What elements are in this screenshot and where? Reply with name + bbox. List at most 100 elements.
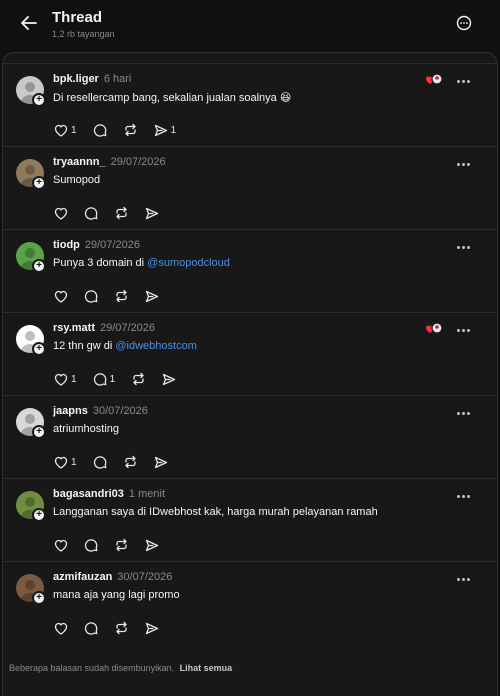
heart-icon	[54, 207, 68, 220]
post-more-icon[interactable]	[457, 78, 471, 84]
post-header: bagasandri03 1 menit	[53, 488, 165, 500]
like-button[interactable]: 1	[54, 122, 77, 138]
reply-button[interactable]	[93, 122, 107, 138]
reply-button[interactable]	[93, 454, 107, 470]
username[interactable]: bagasandri03	[53, 488, 124, 500]
reply-post[interactable]: + bpk.liger 6 hari Di resellercamp bang, se…	[3, 63, 497, 146]
post-more-icon[interactable]	[457, 493, 471, 499]
action-bar: 11	[54, 122, 192, 138]
reply-button[interactable]	[84, 620, 98, 636]
repost-button[interactable]	[114, 620, 129, 636]
share-icon	[145, 207, 159, 220]
see-all-link[interactable]: Lihat semua	[180, 663, 233, 673]
like-button[interactable]	[54, 288, 68, 304]
post-more-icon[interactable]	[457, 327, 471, 333]
repost-icon	[123, 123, 138, 137]
share-button[interactable]	[145, 620, 159, 636]
action-bar	[54, 537, 175, 553]
heart-icon	[54, 290, 68, 303]
share-button[interactable]	[145, 288, 159, 304]
follow-plus-icon[interactable]: +	[32, 176, 46, 190]
heart-icon	[54, 622, 68, 635]
repost-icon	[114, 538, 129, 552]
post-text-prefix: 12 thn gw di	[53, 340, 116, 352]
share-button[interactable]	[145, 205, 159, 221]
post-header: tiodp 29/07/2026	[53, 239, 140, 251]
mention-link[interactable]: @idwebhostcom	[115, 340, 196, 352]
like-button[interactable]: 1	[54, 454, 77, 470]
repost-button[interactable]	[114, 288, 129, 304]
share-button[interactable]	[145, 537, 159, 553]
hidden-replies-text: Beberapa balasan sudah disembunyikan.	[9, 663, 175, 673]
post-more-icon[interactable]	[457, 161, 471, 167]
reply-button[interactable]: 1	[93, 371, 116, 387]
post-more-icon[interactable]	[457, 576, 471, 582]
page-title: Thread	[52, 9, 103, 26]
repost-icon	[114, 206, 129, 220]
reply-post[interactable]: + tiodp 29/07/2026 Punya 3 domain di @sumop…	[3, 229, 497, 312]
post-more-icon[interactable]	[457, 410, 471, 416]
repost-icon	[123, 455, 138, 469]
reply-button[interactable]	[84, 205, 98, 221]
timestamp: 29/07/2026	[99, 322, 156, 334]
share-icon	[145, 622, 159, 635]
post-header: rsy.matt 29/07/2026	[53, 322, 155, 334]
view-count: 1,2 rb tayangan	[52, 29, 115, 39]
like-button[interactable]	[54, 537, 68, 553]
like-button[interactable]	[54, 620, 68, 636]
post-text: atriumhosting	[53, 423, 119, 435]
reply-post[interactable]: + rsy.matt 29/07/2026 12 thn gw di @idwebho…	[3, 312, 497, 395]
repost-icon	[131, 372, 146, 386]
like-button[interactable]: 1	[54, 371, 77, 387]
follow-plus-icon[interactable]: +	[32, 508, 46, 522]
reply-button[interactable]	[84, 288, 98, 304]
repost-button[interactable]	[131, 371, 146, 387]
username[interactable]: bpk.liger	[53, 73, 99, 85]
follow-plus-icon[interactable]: +	[32, 591, 46, 605]
reply-count: 1	[109, 373, 116, 385]
share-button[interactable]	[154, 454, 168, 470]
reply-post[interactable]: + tryaannn_ 29/07/2026 Sumopod	[3, 146, 497, 229]
back-arrow-icon[interactable]	[18, 12, 40, 34]
mention-link[interactable]: @sumopodcloud	[147, 257, 230, 269]
post-text-body: mana aja yang lagi promo	[53, 589, 180, 601]
repost-icon	[114, 289, 129, 303]
timestamp: 29/07/2026	[110, 156, 166, 168]
like-button[interactable]	[54, 205, 68, 221]
reply-post[interactable]: + bagasandri03 1 menit Langganan saya di ID…	[3, 478, 497, 561]
follow-plus-icon[interactable]: +	[32, 259, 46, 273]
reply-post[interactable]: + jaapns 30/07/2026 atriumhosting 1	[3, 395, 497, 478]
heart-icon	[54, 539, 68, 552]
post-more-icon[interactable]	[457, 244, 471, 250]
post-text: 12 thn gw di @idwebhostcom	[53, 340, 197, 352]
reply-icon	[84, 206, 98, 220]
share-button[interactable]: 1	[154, 122, 176, 138]
share-button[interactable]	[162, 371, 176, 387]
post-text: mana aja yang lagi promo	[53, 589, 180, 601]
action-bar: 11	[54, 371, 192, 387]
post-text: Sumopod	[53, 174, 100, 186]
post-header: tryaannn_ 29/07/2026	[53, 156, 166, 168]
action-bar	[54, 620, 175, 636]
username[interactable]: tiodp	[53, 239, 80, 251]
reply-button[interactable]	[84, 537, 98, 553]
repost-button[interactable]	[123, 454, 138, 470]
post-text-body: Di resellercamp bang, sekalian jualan so…	[53, 92, 292, 104]
post-text-body: Langganan saya di IDwebhost kak, harga m…	[53, 506, 378, 518]
username[interactable]: azmifauzan	[53, 571, 112, 583]
follow-plus-icon[interactable]: +	[32, 425, 46, 439]
username[interactable]: jaapns	[53, 405, 88, 417]
reply-icon	[84, 538, 98, 552]
reply-icon	[84, 621, 98, 635]
follow-plus-icon[interactable]: +	[32, 93, 46, 107]
repost-button[interactable]	[114, 537, 129, 553]
like-count: 1	[71, 124, 77, 136]
timestamp: 29/07/2026	[84, 239, 140, 251]
more-options-icon[interactable]	[455, 14, 473, 32]
repost-button[interactable]	[114, 205, 129, 221]
username[interactable]: rsy.matt	[53, 322, 95, 334]
reply-post[interactable]: + azmifauzan 30/07/2026 mana aja yang lagi …	[3, 561, 497, 644]
repost-button[interactable]	[123, 122, 138, 138]
username[interactable]: tryaannn_	[53, 156, 106, 168]
follow-plus-icon[interactable]: +	[32, 342, 46, 356]
